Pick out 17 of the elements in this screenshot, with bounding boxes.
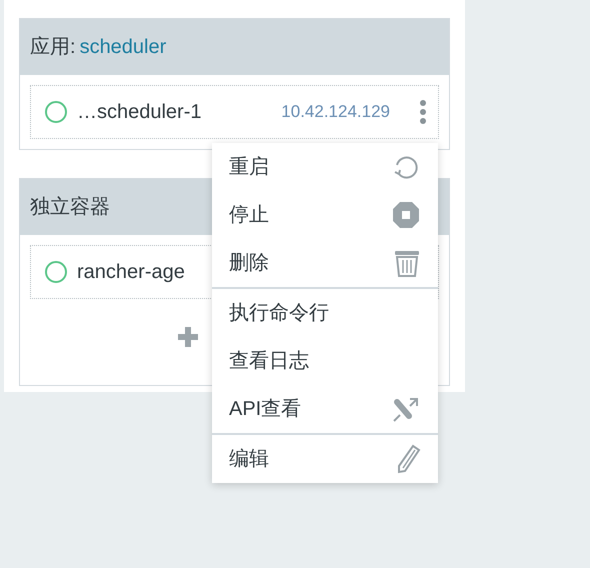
pencil-icon <box>395 444 421 474</box>
card-title: 独立容器 <box>30 195 110 220</box>
menu-item[interactable]: 删除 <box>212 239 438 287</box>
stop-icon <box>391 200 421 230</box>
ip-address: 10.42.124.129 <box>281 101 390 124</box>
container-name: rancher-age <box>77 260 185 285</box>
more-icon[interactable] <box>420 100 426 124</box>
menu-item[interactable]: 重启 <box>212 143 438 191</box>
container-name: …scheduler-1 <box>77 100 202 125</box>
trash-icon <box>393 248 421 278</box>
menu-item[interactable]: 查看日志 <box>212 337 438 385</box>
menu-item[interactable]: 停止 <box>212 191 438 239</box>
add-icon[interactable] <box>178 327 198 347</box>
card-title: 应用: <box>30 35 76 60</box>
menu-item[interactable]: 执行命令行 <box>212 289 438 337</box>
menu-item[interactable]: 编辑 <box>212 435 438 483</box>
menu-item[interactable]: API查看 <box>212 385 438 433</box>
